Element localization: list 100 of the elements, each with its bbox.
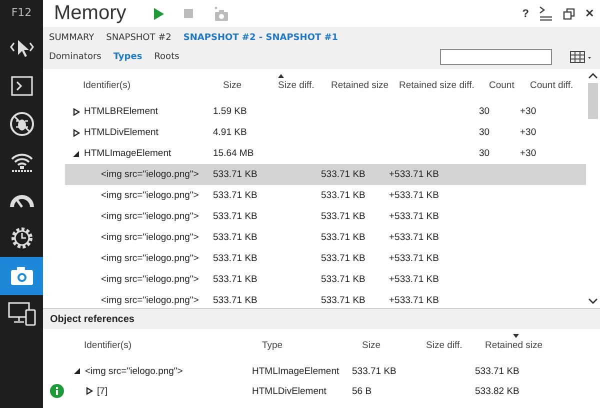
table-cell: <img src="ielogo.png"> <box>101 253 199 264</box>
table-cell: +533.71 KB <box>389 190 439 201</box>
table-cell: 533.71 KB <box>213 232 258 243</box>
table-cell: HTMLImageElement <box>84 148 172 159</box>
column-header[interactable]: Retained size <box>331 74 399 90</box>
camera-icon <box>8 265 34 287</box>
table-cell: 533.71 KB <box>213 253 258 264</box>
table-cell: HTMLImageElement <box>252 366 340 376</box>
table-cell: +533.71 KB <box>389 169 439 180</box>
table-cell: 533.71 KB <box>213 211 258 222</box>
column-header[interactable]: Size diff. <box>278 74 331 90</box>
table-row[interactable]: <img src="ielogo.png"> 533.71 KB 533.71 KB +533.71 KB <box>65 185 586 206</box>
table-cell: <img src="ielogo.png"> <box>101 274 199 285</box>
column-header[interactable]: Count <box>489 74 530 90</box>
expanded-triangle-icon[interactable] <box>74 367 81 375</box>
memory-tool-tab[interactable] <box>0 257 43 295</box>
table-row[interactable]: <img src="ielogo.png"> HTMLImageElement 533.71 KB 533.71 KB <box>43 361 600 381</box>
window-title: Memory <box>54 2 126 25</box>
column-header[interactable]: Count diff. <box>530 74 580 90</box>
table-cell: <img src="ielogo.png"> <box>101 190 199 201</box>
table-cell: 30 <box>479 127 490 138</box>
view-tab[interactable]: Types <box>113 52 142 62</box>
table-cell: +533.71 KB <box>389 211 439 222</box>
table-cell: +533.71 KB <box>389 295 439 306</box>
table-cell: 533.71 KB <box>213 169 258 180</box>
table-cell: +30 <box>520 148 536 159</box>
column-header[interactable]: Identifier(s) <box>84 334 262 350</box>
scroll-thumb[interactable] <box>588 83 598 119</box>
column-header[interactable]: Identifier(s) <box>83 74 223 90</box>
table-cell: +533.71 KB <box>389 232 439 243</box>
console-icon <box>10 75 34 97</box>
table-row[interactable]: <img src="ielogo.png"> 533.71 KB 533.71 KB +533.71 KB <box>65 164 586 185</box>
view-tab[interactable]: Roots <box>154 52 180 62</box>
column-header[interactable]: Retained size <box>485 334 565 350</box>
collapsed-triangle-icon[interactable] <box>86 387 93 395</box>
column-header[interactable]: Type <box>262 334 362 350</box>
expanded-triangle-icon[interactable] <box>73 150 80 158</box>
table-cell: 533.71 KB <box>321 211 366 222</box>
table-cell: +533.71 KB <box>389 274 439 285</box>
table-cell: 30 <box>479 148 490 159</box>
table-row[interactable]: HTMLImageElement 15.64 MB 30 +30 <box>65 143 586 164</box>
table-cell: 56 B <box>352 386 372 396</box>
table-cell: HTMLDivElement <box>84 127 158 138</box>
snapshot-tab[interactable]: SNAPSHOT #2 <box>106 33 172 43</box>
table-cell: <img src="ielogo.png"> <box>85 366 183 376</box>
table-cell: 533.71 KB <box>213 295 258 306</box>
column-header[interactable]: Size <box>362 334 426 350</box>
bug-icon <box>8 111 34 137</box>
columns-button[interactable] <box>568 49 594 65</box>
play-button[interactable] <box>152 6 166 22</box>
scroll-up-icon[interactable] <box>588 73 598 79</box>
collapsed-triangle-icon[interactable] <box>73 108 80 116</box>
table-row[interactable]: <img src="ielogo.png"> 533.71 KB 533.71 KB +533.71 KB <box>65 290 586 308</box>
table-cell: +30 <box>520 127 536 138</box>
table-cell: 1.59 KB <box>213 106 247 117</box>
table-cell: 533.71 KB <box>321 295 366 306</box>
table-row[interactable]: <img src="ielogo.png"> 533.71 KB 533.71 KB +533.71 KB <box>65 227 586 248</box>
table-cell: 30 <box>479 106 490 117</box>
table-cell: <img src="ielogo.png"> <box>101 232 199 243</box>
table-cell: <img src="ielogo.png"> <box>101 169 199 180</box>
table-cell: 533.71 KB <box>213 274 258 285</box>
snapshot-tab[interactable]: SUMMARY <box>49 33 94 43</box>
help-button[interactable]: ? <box>520 4 531 24</box>
devices-icon <box>6 301 36 327</box>
column-header[interactable]: Retained size diff. <box>399 74 489 90</box>
table-cell: 533.71 KB <box>475 366 520 376</box>
close-button[interactable]: ✕ <box>583 4 596 24</box>
table-row[interactable]: <img src="ielogo.png"> 533.71 KB 533.71 KB +533.71 KB <box>65 206 586 227</box>
table-cell: 533.71 KB <box>321 169 366 180</box>
collapsed-triangle-icon[interactable] <box>73 128 80 136</box>
table-cell: HTMLBRElement <box>84 106 158 117</box>
table-cell: +30 <box>520 106 536 117</box>
table-row[interactable]: <img src="ielogo.png"> 533.71 KB 533.71 KB +533.71 KB <box>65 248 586 269</box>
table-cell: [7] <box>97 386 108 396</box>
column-header[interactable]: Size diff. <box>426 334 485 350</box>
scroll-down-icon[interactable] <box>588 298 598 304</box>
table-row[interactable]: HTMLBRElement 1.59 KB 30 +30 <box>65 101 586 122</box>
table-row[interactable]: HTMLDivElement 4.91 KB 30 +30 <box>65 122 586 143</box>
table-cell: 533.71 KB <box>213 190 258 201</box>
gear-clock-icon <box>8 225 34 251</box>
column-header[interactable]: Size <box>223 74 278 90</box>
table-cell: 4.91 KB <box>213 127 247 138</box>
table-cell: 533.71 KB <box>321 253 366 264</box>
table-row[interactable]: [7] HTMLDivElement 56 B 533.82 KB <box>43 381 600 401</box>
panel-title: Object references <box>50 314 134 324</box>
table-cell: HTMLDivElement <box>252 386 326 396</box>
f12-label: F12 <box>11 6 32 19</box>
table-cell: 533.71 KB <box>321 190 366 201</box>
table-cell: 15.64 MB <box>213 148 254 159</box>
table-cell: 533.71 KB <box>321 274 366 285</box>
snapshot-tab[interactable]: SNAPSHOT #2 - SNAPSHOT #1 <box>183 33 338 43</box>
table-row[interactable]: <img src="ielogo.png"> 533.71 KB 533.71 KB +533.71 KB <box>65 269 586 290</box>
table-cell: <img src="ielogo.png"> <box>101 211 199 222</box>
console-toggle-button[interactable] <box>537 4 555 24</box>
view-tab[interactable]: Dominators <box>49 52 102 62</box>
table-cell: <img src="ielogo.png"> <box>101 295 199 306</box>
table-cell: 533.71 KB <box>352 366 396 376</box>
filter-field[interactable] <box>440 49 552 65</box>
table-cell: 533.82 KB <box>475 386 520 396</box>
table-cell: +533.71 KB <box>389 253 439 264</box>
